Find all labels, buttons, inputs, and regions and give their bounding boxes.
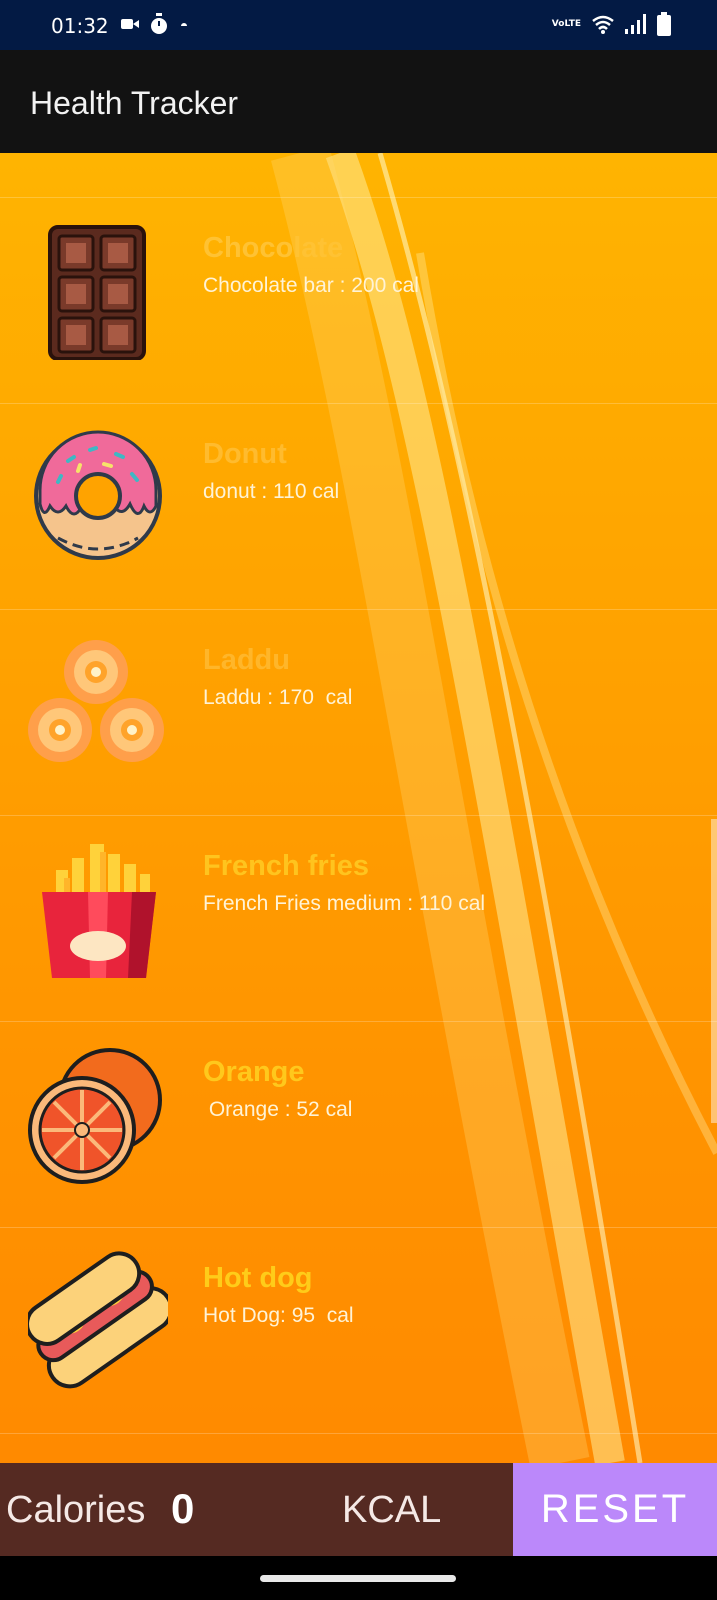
item-desc: Chocolate bar : 200 cal xyxy=(203,274,419,297)
item-title: Laddu xyxy=(203,644,290,676)
status-right-icons: VoLTE xyxy=(552,12,671,36)
list-item-partial[interactable] xyxy=(0,1433,717,1463)
signal-icon xyxy=(625,14,646,34)
status-bar: 01:32 VoLTE xyxy=(0,0,717,50)
battery-icon xyxy=(657,12,671,36)
laddu-icon xyxy=(28,640,164,762)
item-title: French fries xyxy=(203,850,369,882)
list-item-french-fries[interactable]: French fries French Fries medium : 110 c… xyxy=(0,815,717,1021)
item-desc: Orange : 52 cal xyxy=(203,1098,353,1121)
bottom-bar: Calories 0 KCAL RESET xyxy=(0,1463,717,1556)
item-title: Chocolate xyxy=(203,232,344,264)
item-desc: French Fries medium : 110 cal xyxy=(203,892,486,915)
video-camera-icon xyxy=(121,19,139,29)
list-item-laddu[interactable]: Laddu Laddu : 170 cal xyxy=(0,609,717,815)
item-desc: donut : 110 cal xyxy=(203,480,340,503)
status-time: 01:32 xyxy=(51,14,109,38)
list-item-chocolate[interactable]: Chocolate Chocolate bar : 200 cal xyxy=(0,197,717,403)
app-bar: Health Tracker xyxy=(0,50,717,153)
scrollbar-thumb[interactable] xyxy=(711,819,717,1123)
food-list-container[interactable]: Chocolate Chocolate bar : 200 cal Donut … xyxy=(0,153,717,1463)
hot-dog-icon xyxy=(28,1251,168,1389)
chocolate-icon xyxy=(48,225,146,360)
network-label: VoLTE xyxy=(551,18,581,29)
item-desc: Hot Dog: 95 cal xyxy=(203,1304,354,1327)
stopwatch-icon xyxy=(151,13,167,34)
item-title: Hot dog xyxy=(203,1262,313,1294)
gesture-handle[interactable] xyxy=(260,1575,456,1582)
item-title: Donut xyxy=(203,438,287,470)
wifi-icon xyxy=(592,15,614,34)
dot-icon xyxy=(181,23,187,26)
kcal-label: KCAL xyxy=(342,1489,442,1531)
calories-value: 0 xyxy=(171,1485,195,1532)
item-title: Orange xyxy=(203,1056,305,1088)
item-desc: Laddu : 170 cal xyxy=(203,686,353,709)
donut-icon xyxy=(34,430,162,560)
calories-label: Calories xyxy=(6,1489,146,1531)
status-left-icons xyxy=(121,13,189,35)
volte-icon: VoLTE xyxy=(551,18,581,29)
list-item-orange[interactable]: Orange Orange : 52 cal xyxy=(0,1021,717,1227)
app-title: Health Tracker xyxy=(30,85,239,121)
french-fries-icon xyxy=(42,844,156,978)
reset-button[interactable]: RESET xyxy=(513,1463,717,1556)
orange-icon xyxy=(28,1048,162,1184)
navigation-bar xyxy=(0,1556,717,1600)
food-list: Chocolate Chocolate bar : 200 cal Donut … xyxy=(0,197,717,1463)
list-item-donut[interactable]: Donut donut : 110 cal xyxy=(0,403,717,609)
list-item-hot-dog[interactable]: Hot dog Hot Dog: 95 cal xyxy=(0,1227,717,1433)
